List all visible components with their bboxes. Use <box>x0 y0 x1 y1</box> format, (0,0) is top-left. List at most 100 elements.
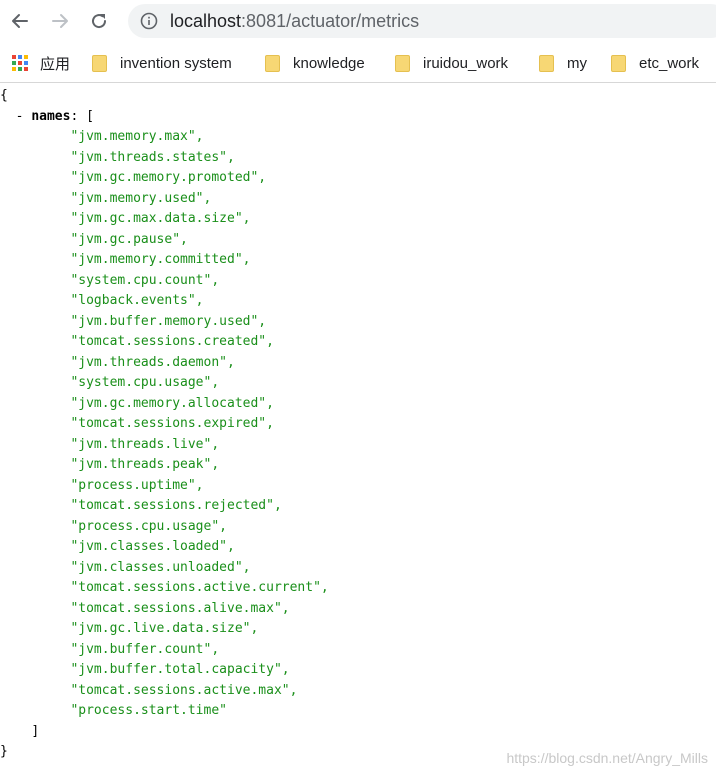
json-array-item: "jvm.threads.states", <box>0 148 716 169</box>
bookmark-etc-work[interactable]: etc_work <box>611 53 699 73</box>
metric-name-string: "tomcat.sessions.alive.max", <box>70 600 290 616</box>
url-host: localhost <box>170 11 242 31</box>
metric-name-string: "jvm.classes.loaded", <box>70 539 235 554</box>
json-array-item: "process.start.time" <box>0 701 716 722</box>
metric-name-string: "logback.events", <box>70 293 204 308</box>
json-array-item: "jvm.gc.live.data.size", <box>0 619 716 640</box>
watermark: https://blog.csdn.net/Angry_Mills <box>506 750 708 766</box>
url-path: :8081/actuator/metrics <box>241 11 420 31</box>
metric-name-string: "system.cpu.count", <box>70 272 220 288</box>
back-arrow-icon <box>12 14 28 28</box>
folder-icon <box>92 54 107 72</box>
folder-icon <box>265 54 280 72</box>
metric-name-string: "tomcat.sessions.active.max", <box>70 682 298 698</box>
metric-name-string: "jvm.memory.used", <box>70 190 212 206</box>
folder-icon <box>611 54 626 72</box>
json-array-item: "process.cpu.usage", <box>0 517 716 538</box>
json-array-item: "jvm.classes.loaded", <box>0 537 716 558</box>
json-array-item: "tomcat.sessions.active.max", <box>0 681 716 702</box>
metric-name-string: "jvm.memory.max", <box>70 129 204 144</box>
metric-name-string: "process.cpu.usage", <box>70 518 227 534</box>
bookmark-label: my <box>567 54 587 72</box>
metric-name-string: "jvm.buffer.memory.used", <box>70 313 267 329</box>
back-button[interactable] <box>8 9 32 33</box>
json-array-item: "jvm.classes.unloaded", <box>0 558 716 579</box>
bookmark-iruidou-work[interactable]: iruidou_work <box>395 53 508 73</box>
json-array-item: "jvm.memory.committed", <box>0 250 716 271</box>
folder-icon <box>395 54 410 72</box>
metric-name-string: "jvm.threads.states", <box>70 149 235 165</box>
bookmarks-bar: 应用 invention system knowledge iruidou_wo… <box>0 44 716 83</box>
json-array-item: "jvm.gc.memory.allocated", <box>0 394 716 415</box>
forward-button[interactable] <box>48 9 72 33</box>
json-array-item: "tomcat.sessions.expired", <box>0 414 716 435</box>
bookmark-invention-system[interactable]: invention system <box>92 53 232 73</box>
colon-bracket: : [ <box>70 108 94 124</box>
json-open-brace: { <box>0 86 716 107</box>
json-viewer: { - names: [ "jvm.memory.max", "jvm.thre… <box>0 86 716 763</box>
bookmark-label: invention system <box>120 54 232 72</box>
bookmark-label: iruidou_work <box>423 54 509 72</box>
json-key-names: names <box>31 108 71 124</box>
names-array: "jvm.memory.max", "jvm.threads.states", … <box>0 127 716 722</box>
close-bracket: ] <box>31 723 40 739</box>
json-array-item: "tomcat.sessions.alive.max", <box>0 599 716 620</box>
json-array-item: "jvm.memory.max", <box>0 127 716 148</box>
bookmark-my[interactable]: my <box>539 53 587 73</box>
json-array-item: "jvm.gc.max.data.size", <box>0 209 716 230</box>
metric-name-string: "tomcat.sessions.created", <box>70 334 274 349</box>
info-icon[interactable] <box>140 12 158 30</box>
bookmark-label: etc_work <box>639 54 700 72</box>
json-close-bracket: ] <box>0 722 716 743</box>
metric-name-string: "process.uptime", <box>70 477 204 493</box>
metric-name-string: "jvm.memory.committed", <box>70 252 251 267</box>
forward-arrow-icon <box>52 14 68 28</box>
metric-name-string: "jvm.threads.daemon", <box>70 354 235 370</box>
json-array-item: "jvm.buffer.count", <box>0 640 716 661</box>
json-array-item: "jvm.gc.pause", <box>0 230 716 251</box>
metric-name-string: "jvm.buffer.count", <box>70 641 220 657</box>
json-array-item: "jvm.threads.live", <box>0 435 716 456</box>
json-array-item: "logback.events", <box>0 291 716 312</box>
metric-name-string: "jvm.gc.pause", <box>70 231 188 247</box>
json-array-item: "tomcat.sessions.rejected", <box>0 496 716 517</box>
reload-button[interactable] <box>87 9 111 33</box>
close-brace: } <box>0 744 8 759</box>
bookmark-apps[interactable]: 应用 <box>12 53 70 73</box>
bookmark-label: 应用 <box>40 55 71 73</box>
metric-name-string: "system.cpu.usage", <box>70 375 220 390</box>
metric-name-string: "tomcat.sessions.rejected", <box>70 498 282 513</box>
metric-name-string: "jvm.buffer.total.capacity", <box>70 662 290 677</box>
json-array-item: "jvm.gc.memory.promoted", <box>0 168 716 189</box>
json-key-line: - names: [ <box>0 107 716 128</box>
json-array-item: "tomcat.sessions.active.current", <box>0 578 716 599</box>
metric-name-string: "jvm.classes.unloaded", <box>70 559 251 575</box>
apps-icon <box>12 55 28 71</box>
json-array-item: "jvm.buffer.total.capacity", <box>0 660 716 681</box>
metric-name-string: "tomcat.sessions.active.current", <box>70 580 329 595</box>
open-brace: { <box>0 88 8 103</box>
url-text: localhost:8081/actuator/metrics <box>170 11 419 31</box>
metric-name-string: "tomcat.sessions.expired", <box>70 416 274 431</box>
json-array-item: "tomcat.sessions.created", <box>0 332 716 353</box>
metric-name-string: "jvm.threads.live", <box>70 436 220 452</box>
metric-name-string: "jvm.gc.max.data.size", <box>70 211 251 226</box>
metric-name-string: "jvm.gc.memory.promoted", <box>70 170 267 185</box>
reload-icon <box>92 14 107 29</box>
json-array-item: "system.cpu.count", <box>0 271 716 292</box>
bookmark-label: knowledge <box>293 54 365 72</box>
collapse-toggle[interactable]: - <box>16 109 24 124</box>
browser-toolbar: localhost:8081/actuator/metrics <box>0 0 716 42</box>
folder-icon <box>539 54 554 72</box>
json-array-item: "jvm.memory.used", <box>0 189 716 210</box>
json-array-item: "jvm.buffer.memory.used", <box>0 312 716 333</box>
address-bar[interactable]: localhost:8081/actuator/metrics <box>128 4 716 38</box>
json-array-item: "jvm.threads.daemon", <box>0 353 716 374</box>
json-array-item: "process.uptime", <box>0 476 716 497</box>
metric-name-string: "process.start.time" <box>70 703 227 718</box>
metric-name-string: "jvm.gc.memory.allocated", <box>70 395 274 411</box>
bookmark-knowledge[interactable]: knowledge <box>265 53 365 73</box>
json-array-item: "jvm.threads.peak", <box>0 455 716 476</box>
metric-name-string: "jvm.gc.live.data.size", <box>70 621 259 636</box>
json-array-item: "system.cpu.usage", <box>0 373 716 394</box>
